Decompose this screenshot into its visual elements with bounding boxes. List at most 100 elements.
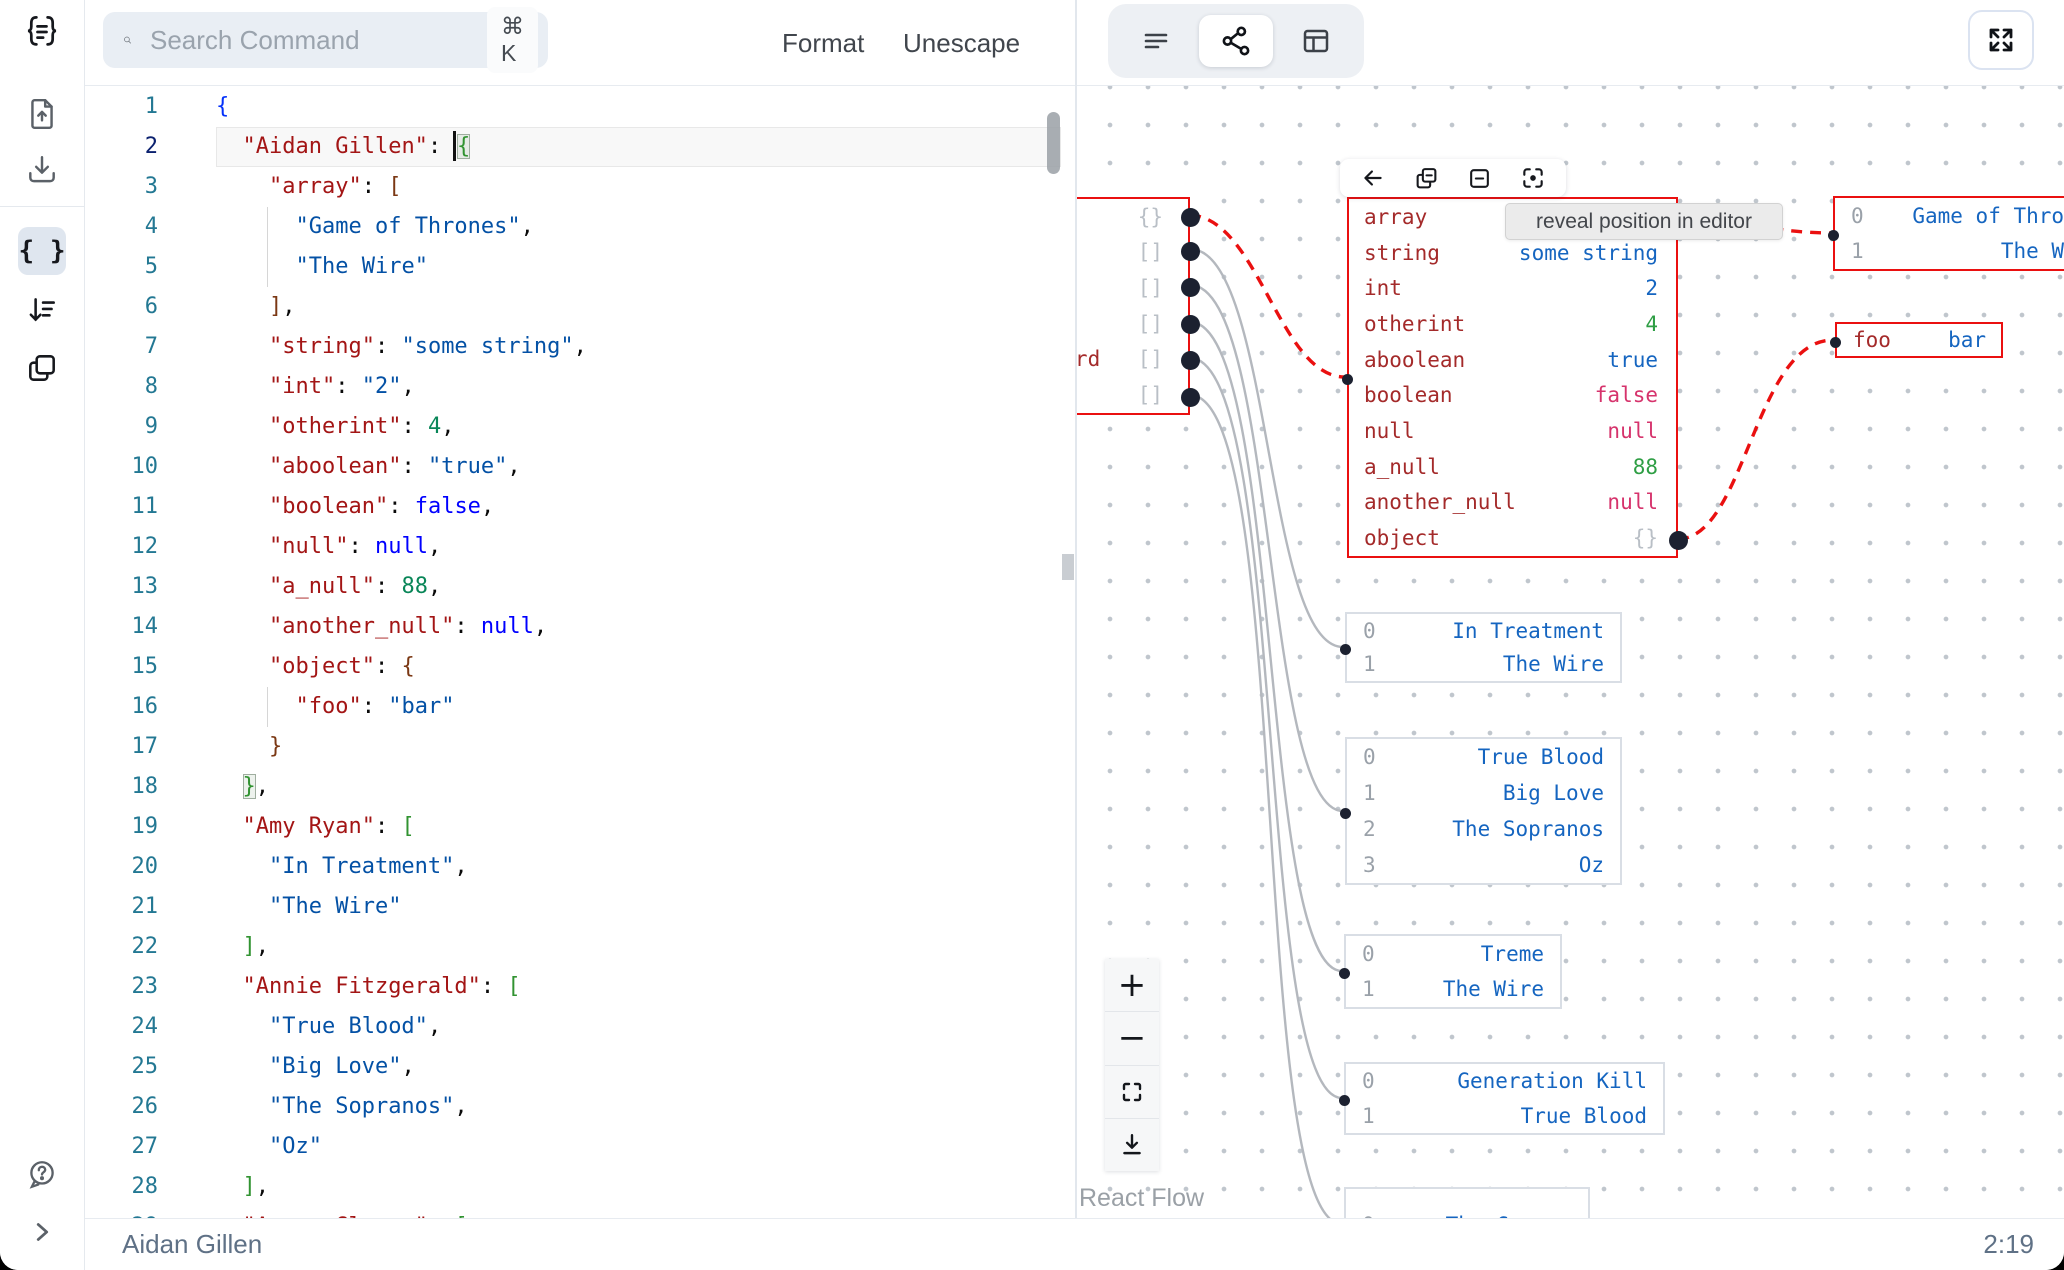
graph-node-treme[interactable]: 0 Treme 1 The Wire: [1338, 934, 1562, 1009]
help-icon[interactable]: [18, 1151, 66, 1199]
node-key: otherint: [1364, 311, 1466, 336]
reactflow-attribution[interactable]: React Flow: [1079, 1184, 1204, 1213]
source-handle[interactable]: [1180, 350, 1200, 370]
graph-node-amy[interactable]: 0 In Treatment 1 The Wire: [1339, 612, 1622, 683]
graph-node-root[interactable]: Aidan Gillen{}Amy Ryan[]Annie Fitzgerald…: [1077, 197, 1200, 415]
target-handle[interactable]: [1339, 643, 1351, 655]
target-handle[interactable]: [1827, 229, 1839, 241]
collapse-chevron-icon[interactable]: [18, 1208, 66, 1256]
code-line[interactable]: 25 "Big Love",: [85, 1047, 1061, 1087]
code-line[interactable]: 12 "null": null,: [85, 527, 1061, 567]
source-handle[interactable]: [1668, 530, 1688, 550]
code-token: ]: [242, 934, 256, 959]
code-line[interactable]: 2 "Aidan Gillen": {: [85, 127, 1061, 167]
code-line[interactable]: 24 "True Blood",: [85, 1007, 1061, 1047]
json-braces-icon[interactable]: { }: [18, 227, 66, 275]
sort-icon[interactable]: [18, 286, 66, 334]
node-value: 88: [1632, 454, 1658, 479]
code-line[interactable]: 4 "Game of Thrones",: [85, 207, 1061, 247]
source-handle[interactable]: [1180, 387, 1200, 407]
target-handle[interactable]: [1829, 336, 1841, 348]
code-token: null: [480, 614, 534, 639]
node-value: Big Love: [1502, 781, 1604, 805]
search-command-box[interactable]: ⌘ K: [103, 7, 548, 73]
fullscreen-button[interactable]: [1968, 10, 2034, 70]
code-line[interactable]: 27 "Oz": [85, 1127, 1061, 1167]
line-number: 10: [131, 454, 159, 479]
unescape-button[interactable]: Unescape: [903, 0, 1020, 86]
json-path-breadcrumb[interactable]: Aidan Gillen: [122, 1229, 262, 1260]
source-handle[interactable]: [1180, 241, 1200, 261]
target-handle[interactable]: [1341, 373, 1353, 385]
type-bracket-icon: []: [1137, 276, 1163, 301]
code-token: 4: [427, 414, 442, 439]
collapse-node-icon[interactable]: [1467, 166, 1492, 191]
reveal-in-editor-icon[interactable]: [1520, 165, 1546, 191]
source-handle[interactable]: [1180, 277, 1200, 297]
code-line[interactable]: 20 "In Treatment",: [85, 847, 1061, 887]
graph-view-button[interactable]: [1199, 15, 1273, 67]
app-logo-icon[interactable]: [18, 8, 66, 56]
source-handle[interactable]: [1180, 314, 1200, 334]
graph-node-gen[interactable]: 0 Generation Kill 1 True Blood: [1338, 1062, 1665, 1135]
line-content: },: [216, 767, 1061, 807]
code-line[interactable]: 17 }: [85, 727, 1061, 767]
download-image-button[interactable]: [1105, 1119, 1159, 1171]
code-line[interactable]: 13 "a_null": 88,: [85, 567, 1061, 607]
code-line[interactable]: 7 "string": "some string",: [85, 327, 1061, 367]
target-handle[interactable]: [1339, 807, 1351, 819]
code-editor[interactable]: 1{2 "Aidan Gillen": {3 "array": [4 "Game…: [85, 86, 1075, 1218]
table-view-button[interactable]: [1279, 15, 1353, 67]
code-line[interactable]: 21 "The Wire": [85, 887, 1061, 927]
graph-canvas[interactable]: Aidan Gillen{}Amy Ryan[]Annie Fitzgerald…: [1077, 86, 2064, 1218]
code-line[interactable]: 28 ],: [85, 1167, 1061, 1207]
search-input[interactable]: [148, 23, 487, 57]
line-number: 21: [131, 894, 159, 919]
compare-icon[interactable]: [18, 344, 66, 392]
line-number: 11: [131, 494, 159, 519]
graph-node-annie[interactable]: 0 True Blood 1 Big Love 2 The Sopranos 3 Oz: [1339, 737, 1622, 885]
code-token: "null": [268, 534, 349, 559]
zoom-in-button[interactable]: +: [1105, 959, 1159, 1013]
code-line[interactable]: 6 ],: [85, 287, 1061, 327]
zoom-out-button[interactable]: −: [1105, 1012, 1159, 1066]
code-line[interactable]: 15 "object": {: [85, 647, 1061, 687]
node-row: 0 Generation Kill: [1346, 1064, 1663, 1099]
editor-scrollbar-thumb[interactable]: [1047, 112, 1060, 174]
node-key: foo: [1853, 328, 1891, 352]
array-index: 0: [1851, 203, 1864, 228]
fit-view-button[interactable]: [1105, 1066, 1159, 1119]
code-line[interactable]: 22 ],: [85, 927, 1061, 967]
code-line[interactable]: 26 "The Sopranos",: [85, 1087, 1061, 1127]
code-line[interactable]: 9 "otherint": 4,: [85, 407, 1061, 447]
target-handle[interactable]: [1338, 1094, 1350, 1106]
code-line[interactable]: 3 "array": [: [85, 167, 1061, 207]
node-value: True Blood: [1477, 745, 1604, 769]
code-line[interactable]: 29 "Anwan Glover": [: [85, 1207, 1061, 1218]
text-view-button[interactable]: [1119, 15, 1193, 67]
copy-icon[interactable]: [1414, 166, 1439, 191]
upload-file-icon[interactable]: [18, 90, 66, 138]
format-button[interactable]: Format: [782, 0, 864, 86]
target-handle[interactable]: [1338, 967, 1350, 979]
code-line[interactable]: 5 "The Wire": [85, 247, 1061, 287]
graph-node-corner[interactable]: 0 The Corner: [1344, 1187, 1590, 1218]
code-line[interactable]: 14 "another_null": null,: [85, 607, 1061, 647]
code-line[interactable]: 23 "Annie Fitzgerald": [: [85, 967, 1061, 1007]
graph-node-main[interactable]: array[]stringsome stringint2otherint4abo…: [1341, 197, 1688, 558]
source-handle[interactable]: [1180, 207, 1200, 227]
code-line[interactable]: 10 "aboolean": "true",: [85, 447, 1061, 487]
code-line[interactable]: 18 },: [85, 767, 1061, 807]
graph-node-foo[interactable]: foo bar: [1829, 322, 2003, 358]
code-line[interactable]: 16 "foo": "bar": [85, 687, 1061, 727]
back-arrow-icon[interactable]: [1360, 165, 1386, 191]
code-line[interactable]: 8 "int": "2",: [85, 367, 1061, 407]
indent-guide: [267, 687, 268, 727]
code-line[interactable]: 1{: [85, 87, 1061, 127]
code-token: ,: [427, 1014, 442, 1039]
graph-node-got[interactable]: 0 Game of Thrones 1 The Wire: [1827, 196, 2064, 271]
code-line[interactable]: 19 "Amy Ryan": [: [85, 807, 1061, 847]
download-icon[interactable]: [18, 146, 66, 194]
code-line[interactable]: 11 "boolean": false,: [85, 487, 1061, 527]
